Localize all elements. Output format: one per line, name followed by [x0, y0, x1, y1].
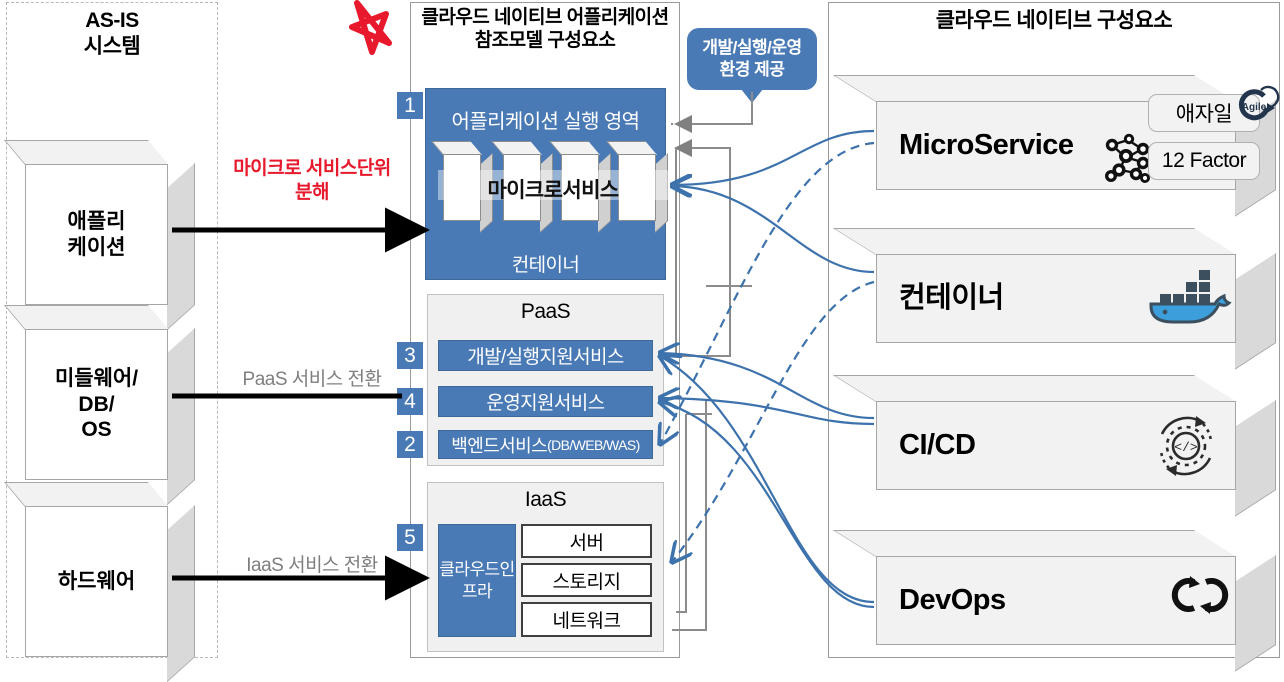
- cube-front-face: 하드웨어: [25, 506, 168, 657]
- as-is-box-1-label2: DB/: [55, 392, 138, 418]
- cloud-native-components-title: 클라우드 네이티브 구성요소: [828, 8, 1280, 34]
- microservice-label: 마이크로서비스: [438, 174, 668, 204]
- cube-front-face: 애플리 케이션: [25, 164, 168, 305]
- cube-top-face: [833, 228, 1237, 255]
- badge-1: 1: [397, 92, 423, 119]
- agile-cycle-icon: Agile: [1228, 80, 1280, 132]
- as-is-title-line2: 시스템: [6, 34, 218, 60]
- cube-top-face: [4, 482, 169, 507]
- svg-text:Agile: Agile: [1242, 102, 1267, 113]
- paas-row-2-suffix: (DB/WEB/WAS): [547, 437, 640, 453]
- as-is-box-0-label2: 케이션: [68, 235, 126, 261]
- as-is-box-application: 애플리 케이션: [25, 140, 195, 305]
- cicd-gear-icon: </>: [1148, 408, 1224, 484]
- cube-front-face: 미들웨어/ DB/ OS: [25, 329, 168, 480]
- iaas-infra-label-line1: 클라우드인: [439, 559, 514, 580]
- as-is-box-0-label1: 애플리: [68, 209, 126, 235]
- application-execution-area-title: 어플리케이션 실행 영역: [425, 105, 666, 134]
- paas-row-ops-support: 운영지원서비스: [438, 386, 653, 417]
- reference-title-line2: 참조모델 구성요소: [405, 29, 685, 52]
- badge-4: 4: [397, 388, 423, 415]
- cube-side-face: [167, 328, 195, 505]
- cube-side-face: [167, 505, 195, 682]
- microservice-decompose-label: 마이크로 서비스단위 분해: [212, 157, 412, 205]
- grey-routing-lines: [672, 92, 752, 630]
- paas-row-backend: 백엔드서비스(DB/WEB/WAS): [438, 430, 653, 459]
- grey-routing-box: [676, 148, 752, 356]
- red-star-mark: [352, 3, 389, 52]
- paas-row-2-label: 백엔드서비스: [451, 432, 547, 458]
- docker-whale-icon: [1143, 264, 1233, 326]
- bubble-line1: 개발/실행/운영: [702, 37, 801, 59]
- red-label-line1: 마이크로 서비스단위: [212, 157, 412, 181]
- reference-model-panel-title: 클라우드 네이티브 어플리케이션 참조모델 구성요소: [405, 6, 685, 52]
- cube-top-face: [833, 375, 1237, 402]
- component-label-container: 컨테이너: [877, 281, 1004, 316]
- as-is-box-2-label1: 하드웨어: [58, 569, 135, 595]
- svg-text:</>: </>: [1174, 440, 1198, 455]
- paas-transition-label: PaaS 서비스 전환: [212, 364, 412, 391]
- iaas-title: IaaS: [427, 488, 664, 512]
- as-is-panel-title: AS-IS 시스템: [6, 8, 218, 59]
- pill-12factor: 12 Factor: [1148, 142, 1260, 180]
- iaas-cell-storage: 스토리지: [521, 563, 652, 597]
- component-label-microservice: MicroService: [877, 128, 1074, 163]
- cube-top-face: [833, 530, 1237, 557]
- component-label-cicd: CI/CD: [877, 428, 975, 463]
- badge-2: 2: [397, 431, 423, 458]
- paas-title: PaaS: [427, 300, 664, 324]
- cloud-infrastructure-block: 클라우드인 프라: [438, 524, 516, 637]
- badge-5: 5: [397, 524, 423, 551]
- reference-title-line1: 클라우드 네이티브 어플리케이션: [405, 6, 685, 29]
- cube-top-face: [4, 305, 169, 330]
- as-is-box-hardware: 하드웨어: [25, 482, 195, 657]
- iaas-transition-label: IaaS 서비스 전환: [212, 550, 412, 577]
- paas-row-0-label: 개발/실행지원서비스: [467, 342, 624, 369]
- paas-row-dev-support: 개발/실행지원서비스: [438, 340, 653, 371]
- iaas-cell-network: 네트워크: [521, 602, 652, 637]
- as-is-title-line1: AS-IS: [6, 8, 218, 34]
- as-is-box-1-label3: OS: [55, 417, 138, 443]
- devops-infinity-icon: [1160, 570, 1240, 620]
- environment-bubble: 개발/실행/운영 환경 제공: [687, 28, 817, 90]
- paas-row-1-label: 운영지원서비스: [486, 388, 604, 415]
- red-label-line2: 분해: [212, 181, 412, 205]
- iaas-infra-label-line2: 프라: [439, 581, 514, 602]
- bubble-line2: 환경 제공: [702, 59, 801, 81]
- iaas-cell-server: 서버: [521, 524, 652, 558]
- as-is-box-middleware: 미들웨어/ DB/ OS: [25, 305, 195, 480]
- cube-top-face: [4, 140, 169, 165]
- container-label: 컨테이너: [425, 250, 666, 277]
- component-label-devops: DevOps: [877, 583, 1006, 618]
- as-is-box-1-label1: 미들웨어/: [55, 366, 138, 392]
